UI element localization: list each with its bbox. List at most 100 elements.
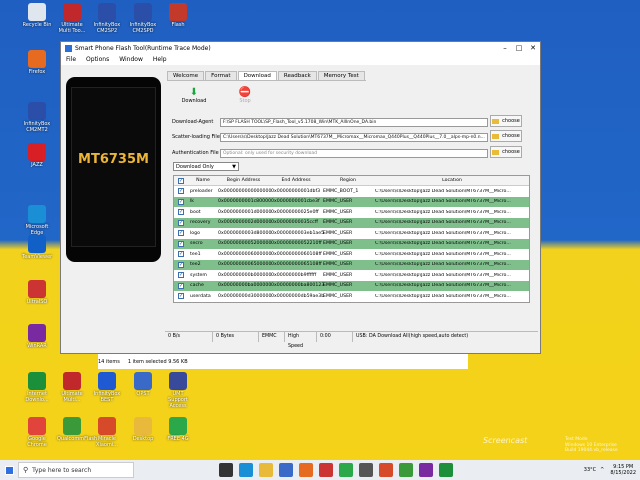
table-row[interactable]: ✓ lk 0x0000000001c80000 0x0000000001cbe3f EM… — [174, 196, 529, 207]
desktop-icon[interactable]: Desktop — [128, 417, 158, 442]
desktop-icon[interactable]: Miracle Xiaomi... — [92, 417, 122, 448]
desktop-icon[interactable]: FREE 4G — [163, 417, 193, 442]
menu-options[interactable]: Options — [81, 56, 114, 63]
table-row[interactable]: ✓ secro 0x0000000005200000 0x00000000052210… — [174, 238, 529, 249]
row-checkbox[interactable]: ✓ — [174, 219, 188, 226]
desktop-icon[interactable]: JAZZ — [22, 143, 52, 168]
taskbar-app-icon[interactable] — [299, 463, 313, 477]
table-row[interactable]: ✓ tee2 0x0000000006500000 0x00000000065108f… — [174, 259, 529, 270]
tab-readback[interactable]: Readback — [277, 71, 317, 80]
desktop-icon[interactable]: Flash — [163, 3, 193, 28]
close-icon[interactable]: ✕ — [526, 42, 540, 54]
desktop-icon[interactable]: WinRAR — [22, 324, 52, 349]
stop-icon: ⛔ — [238, 87, 252, 98]
taskbar-app-icon[interactable] — [359, 463, 373, 477]
download-mode-select[interactable]: Download Only ▼ — [173, 162, 239, 171]
desktop-icon[interactable]: Firefox — [22, 50, 52, 75]
cell-location: C:\Users\s\Desktop\Jazz Dead Solution\MT… — [375, 241, 511, 247]
desktop-icon-label: Internet Downlo... — [25, 391, 49, 403]
desktop-icon[interactable]: InfinityBox BEST — [92, 372, 122, 403]
phone-image: MT6735M — [66, 77, 161, 262]
desktop-icon-label: Recycle Bin — [22, 22, 52, 28]
cell-begin-address: 0x0000000002d00000 — [218, 220, 272, 226]
desktop-icon[interactable]: TeamViewer — [22, 235, 52, 260]
desktop-icon[interactable]: Google Chrome — [22, 417, 52, 448]
desktop-icon[interactable]: UMT Support Access — [163, 372, 193, 409]
row-checkbox[interactable]: ✓ — [174, 261, 188, 268]
taskbar-app-icon[interactable] — [379, 463, 393, 477]
menu-help[interactable]: Help — [148, 56, 172, 63]
window-titlebar[interactable]: Smart Phone Flash Tool(Runtime Trace Mod… — [61, 42, 540, 54]
taskbar-app-icon[interactable] — [339, 463, 353, 477]
desktop-icon[interactable]: InfinityBox CM2SPD — [128, 3, 158, 34]
auth-field[interactable]: Optional: only used for security downloa… — [220, 148, 488, 158]
row-checkbox[interactable]: ✓ — [174, 240, 188, 247]
desktop-icon[interactable]: Recycle Bin — [22, 3, 52, 28]
row-checkbox[interactable]: ✓ — [174, 198, 188, 205]
start-button[interactable] — [0, 460, 18, 480]
taskbar-app-icon[interactable] — [439, 463, 453, 477]
app-shortcut-icon — [63, 3, 81, 21]
table-row[interactable]: ✓ boot 0x0000000001d00000 0x00000000025e0ff… — [174, 207, 529, 218]
row-checkbox[interactable]: ✓ — [174, 251, 188, 258]
taskbar-app-icon[interactable] — [239, 463, 253, 477]
cell-name: tee2 — [190, 262, 201, 268]
tab-download[interactable]: Download — [237, 71, 277, 80]
cell-begin-address: 0x0000000001c80000 — [218, 199, 272, 205]
desktop-icon[interactable]: Internet Downlo... — [22, 372, 52, 403]
download-agent-choose-button[interactable]: choose — [490, 115, 522, 127]
partition-table: ✓ Name Begin Address End Address Region … — [173, 175, 530, 303]
tab-welcome[interactable]: Welcome — [167, 71, 205, 80]
minimize-icon[interactable]: – — [498, 42, 512, 54]
app-shortcut-icon — [28, 372, 46, 390]
stop-button[interactable]: ⛔ Stop — [229, 87, 261, 104]
desktop-icon[interactable]: Ultimate Multi... — [57, 372, 87, 403]
table-row[interactable]: ✓ tee1 0x0000000006000000 0x00000000060108f… — [174, 249, 529, 260]
row-checkbox[interactable]: ✓ — [174, 209, 188, 216]
tab-format[interactable]: Format — [205, 71, 237, 80]
table-row[interactable]: ✓ preloader 0x0000000000000000 0x0000000000… — [174, 186, 529, 197]
desktop-icon[interactable]: UltraISO — [22, 280, 52, 305]
menu-window[interactable]: Window — [114, 56, 148, 63]
cell-begin-address: 0x00000000d3000000 — [218, 293, 272, 299]
phone-model-label: MT6735M — [78, 152, 149, 167]
status-storage: EMMC — [259, 331, 285, 342]
taskbar-app-icon[interactable] — [399, 463, 413, 477]
row-checkbox[interactable]: ✓ — [174, 230, 188, 237]
weather-temp[interactable]: 33°C — [584, 467, 596, 473]
desktop-icon[interactable]: InfinityBox CM2MT2 — [22, 102, 52, 133]
menu-file[interactable]: File — [61, 56, 81, 63]
cell-name: system — [190, 272, 207, 278]
taskbar-app-icon[interactable] — [319, 463, 333, 477]
table-row[interactable]: ✓ recovery 0x0000000002d00000 0x00000000035… — [174, 217, 529, 228]
scatter-field[interactable]: C:\Users\s\Desktop\Jazz Dead Solution\MT… — [220, 132, 488, 142]
cell-begin-address: 0x0000000000000000 — [218, 188, 272, 194]
row-checkbox[interactable]: ✓ — [174, 188, 188, 195]
desktop-icon[interactable]: Microsoft Edge — [22, 205, 52, 236]
desktop-icon[interactable]: InfinityBox CM2SP2 — [92, 3, 122, 34]
auth-choose-button[interactable]: choose — [490, 146, 522, 158]
table-row[interactable]: ✓ logo 0x0000000003d80000 0x0000000003eb1ae… — [174, 228, 529, 239]
row-checkbox[interactable]: ✓ — [174, 272, 188, 279]
desktop-icon[interactable]: QPST — [128, 372, 158, 397]
taskbar-app-icon[interactable] — [419, 463, 433, 477]
select-all-checkbox[interactable]: ✓ — [174, 177, 188, 184]
table-row[interactable]: ✓ system 0x000000000b000000 0x00000000b9fff… — [174, 270, 529, 281]
taskbar-search[interactable]: ⚲ Type here to search — [18, 462, 134, 478]
maximize-icon[interactable]: □ — [512, 42, 526, 54]
table-row[interactable]: ✓ cache 0x00000000ba000000 0x00000000ba8001… — [174, 280, 529, 291]
download-agent-field[interactable]: F:\SP FLASH TOOL\SP_Flash_Tool_v5.1708_W… — [220, 117, 488, 127]
taskbar-app-icon[interactable] — [219, 463, 233, 477]
taskbar-app-icon[interactable] — [259, 463, 273, 477]
scatter-choose-button[interactable]: choose — [490, 130, 522, 142]
tab-memory-test[interactable]: Memory Test — [317, 71, 365, 80]
download-button[interactable]: ⬇ Download — [178, 87, 210, 104]
row-checkbox[interactable]: ✓ — [174, 282, 188, 289]
taskbar-app-icon[interactable] — [279, 463, 293, 477]
desktop-icon[interactable]: Ultimate Multi Too... — [57, 3, 87, 34]
tray-arrow-icon[interactable]: ^ — [600, 467, 604, 473]
clock[interactable]: 9:15 PM 8/15/2022 — [610, 464, 636, 476]
desktop-icon[interactable]: QualcommFlash — [57, 417, 97, 442]
table-row[interactable]: ✓ userdata 0x00000000d3000000 0x00000000db5… — [174, 291, 529, 302]
row-checkbox[interactable]: ✓ — [174, 293, 188, 300]
